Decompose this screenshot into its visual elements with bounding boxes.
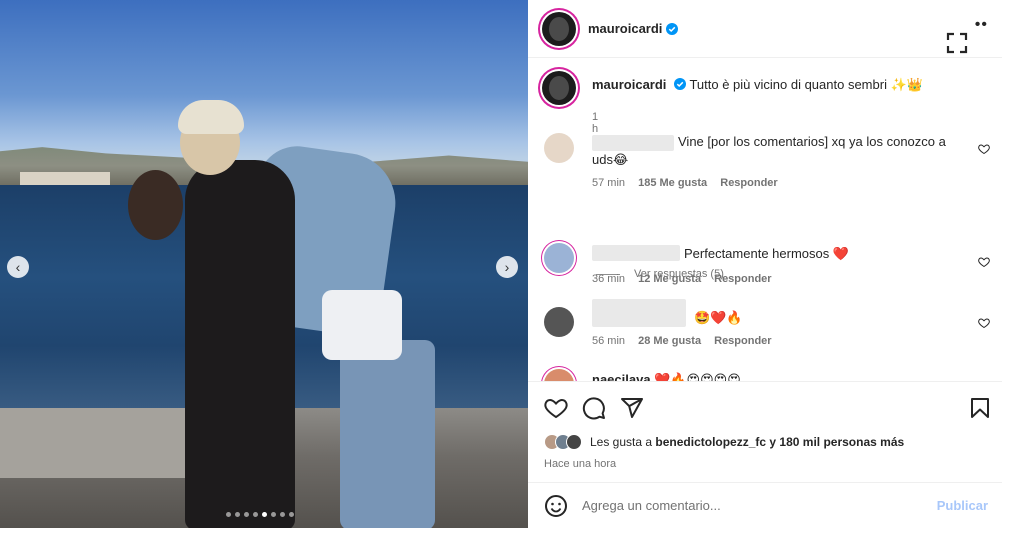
figure-jeans [340,340,435,528]
comment-emoji: ❤️🔥😍😍😍😍 [654,372,741,381]
comment-meta: 36 min 12 Me gusta Responder [592,273,782,285]
carousel-dot [280,512,285,517]
likes-suffix: y 180 mil personas más [769,435,905,449]
carousel-dot [262,512,267,517]
comment-likes[interactable]: 185 Me gusta [638,177,707,189]
liker-avatar [566,434,582,450]
commenter-avatar[interactable] [544,369,574,381]
comment-meta: 56 min 28 Me gusta Responder [592,335,782,347]
author-avatar[interactable] [542,11,576,46]
author-username[interactable]: mauroicardi [588,21,662,36]
verified-badge-icon [666,22,679,35]
likes-user[interactable]: benedictolopezz_fc [655,435,766,449]
like-heart-icon[interactable] [544,396,568,420]
expand-fullscreen-icon[interactable] [945,31,969,55]
comment-text: 🤩❤️🔥 [694,310,743,325]
emoji-picker-icon[interactable] [544,494,568,518]
like-comment-heart-icon[interactable] [978,143,990,155]
comment-bubble-icon[interactable] [582,396,606,420]
reply-button[interactable]: Responder [714,335,771,347]
caption-time: 1 h [592,111,599,135]
reply-button[interactable]: Responder [714,273,771,285]
caption-emoji: ✨👑 [890,77,923,92]
save-bookmark-icon[interactable] [968,396,992,420]
share-send-icon[interactable] [620,396,644,420]
carousel-next-button[interactable]: › [496,256,518,278]
comment-time: 56 min [592,335,626,347]
post-header: mauroicardi •• [528,0,1002,58]
blurred-username [592,245,680,261]
carousel-dot [235,512,240,517]
comment-text: naecilava ❤️🔥😍😍😍😍 [592,371,741,381]
verified-badge-icon [674,78,687,90]
liker-avatars [544,434,582,450]
post-actions: Les gusta a benedictolopezz_fc y 180 mil… [528,381,1002,481]
more-options-icon[interactable]: •• [975,17,988,33]
carousel-prev-button[interactable]: ‹ [7,256,29,278]
figure-shirt [322,290,402,360]
comment-likes[interactable]: 28 Me gusta [638,335,701,347]
reply-button[interactable]: Responder [720,177,777,189]
comment-username[interactable]: naecilava [592,372,651,381]
figure-coat [185,160,295,528]
carousel-dot [226,512,231,517]
comments-list[interactable]: mauroicardi Tutto è più vicino di quanto… [528,59,1002,381]
comment-likes[interactable]: 12 Me gusta [638,273,701,285]
comment-input[interactable]: Agrega un comentario... [582,498,937,513]
comment-time: 57 min [592,177,626,189]
figure-hair [178,100,244,134]
commenter-avatar[interactable] [544,243,574,273]
comment-text: Vine [por los comentarios] xq ya los con… [592,134,946,167]
like-comment-heart-icon[interactable] [978,256,990,268]
comment-time: 36 min [592,273,626,285]
caption-body: Tutto è più vicino di quanto sembri [689,77,887,92]
blurred-username [592,299,686,327]
post-photo[interactable]: ‹ › [0,0,528,528]
background-building [20,172,110,186]
stone-ledge [0,408,200,478]
caption-avatar[interactable] [542,71,576,105]
commenter-avatar[interactable] [544,133,574,163]
like-comment-heart-icon[interactable] [978,317,990,329]
post-side-panel: mauroicardi •• mauroicardi Tutto è più v… [528,0,1002,528]
likes-prefix: Les gusta a [590,435,653,449]
carousel-dot [253,512,258,517]
carousel-dot [289,512,294,517]
carousel-dot [244,512,249,517]
caption-username[interactable]: mauroicardi [592,77,666,92]
post-timestamp: Hace una hora [544,458,617,470]
comment-composer: Agrega un comentario... Publicar [528,482,1002,528]
carousel-dot [271,512,276,517]
publish-button[interactable]: Publicar [937,498,988,513]
comment-text: Perfectamente hermosos ❤️ [684,246,850,261]
caption-text: mauroicardi Tutto è più vicino di quanto… [592,77,972,93]
carousel-dots [226,512,294,517]
commenter-avatar[interactable] [544,307,574,337]
instagram-post-modal: ‹ › mauroicardi •• mauroicardi Tutto è p… [0,0,1024,534]
likes-summary[interactable]: Les gusta a benedictolopezz_fc y 180 mil… [544,434,904,450]
comment-meta: 57 min 185 Me gusta Responder [592,177,788,189]
figure-head-woman [128,170,183,240]
